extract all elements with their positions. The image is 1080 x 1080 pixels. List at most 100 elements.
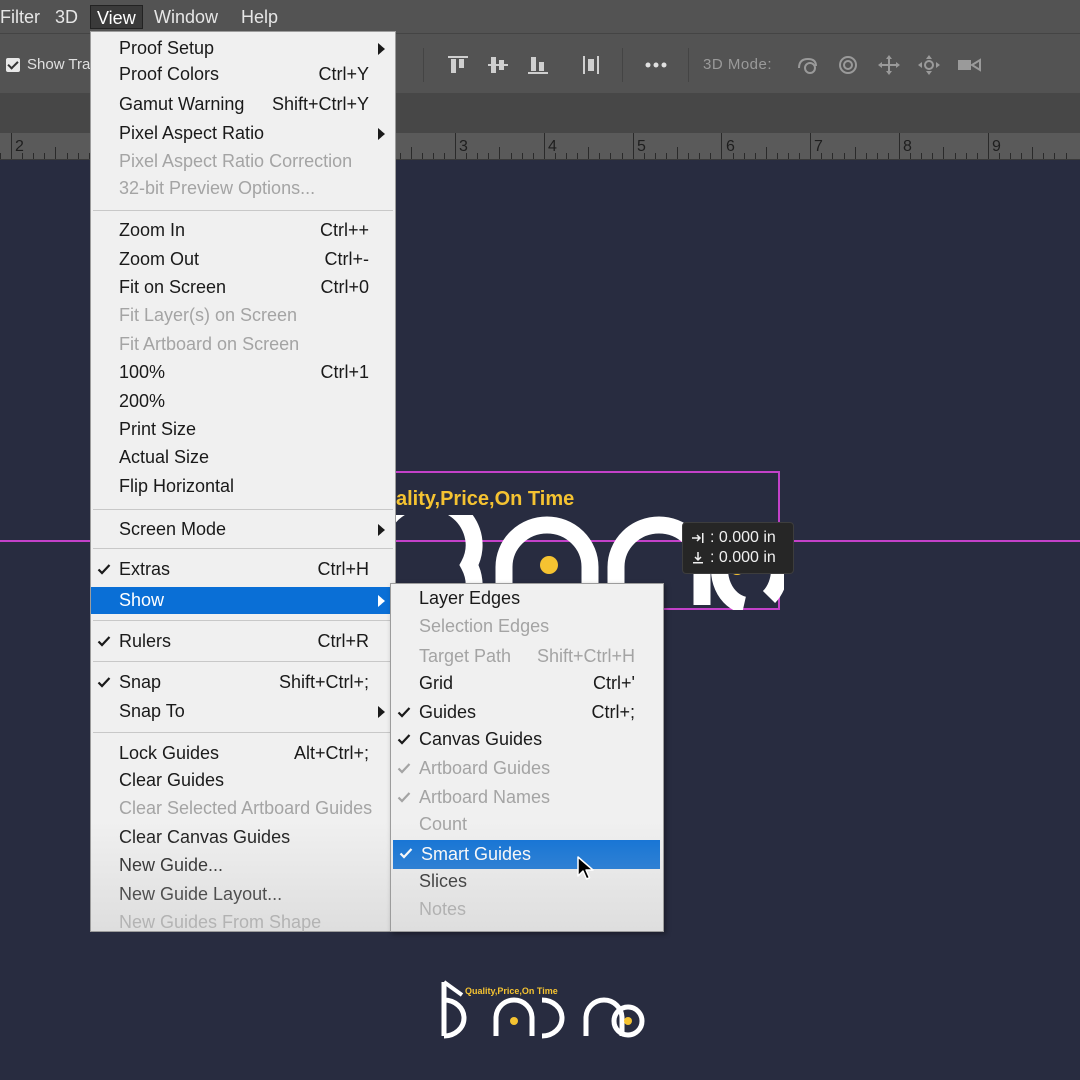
- menu-item-label: Actual Size: [119, 447, 210, 467]
- ruler-tick: [844, 153, 845, 159]
- ruler-tick: [577, 153, 578, 159]
- 3d-camera-icon[interactable]: [956, 54, 982, 76]
- view-menu-item-fit-on-screen[interactable]: Fit on Screen Ctrl+0: [91, 274, 395, 301]
- menu-item-label: Smart Guides: [421, 844, 532, 864]
- ruler-tick: [877, 153, 878, 159]
- ruler-tick: [888, 153, 889, 159]
- menu-item-label: Target Path: [419, 646, 512, 666]
- 3d-slide-icon[interactable]: [916, 54, 942, 76]
- align-top-icon[interactable]: [445, 54, 471, 76]
- view-menu-item-zoom-out[interactable]: Zoom Out Ctrl+-: [91, 246, 395, 273]
- ruler-tick: [766, 147, 767, 159]
- view-menu-item-200[interactable]: 200%: [91, 388, 395, 415]
- menu-3d[interactable]: 3D: [49, 5, 84, 29]
- submenu-arrow-icon: [378, 524, 385, 536]
- menu-item-label: Snap: [119, 672, 162, 692]
- show-transform-checkbox[interactable]: [6, 58, 20, 72]
- view-menu-item-zoom-in[interactable]: Zoom In Ctrl++: [91, 217, 395, 244]
- 3d-orbit-icon[interactable]: [795, 54, 821, 76]
- view-menu-item-print-size[interactable]: Print Size: [91, 416, 395, 443]
- view-menu-item-extras[interactable]: Extras Ctrl+H: [91, 556, 395, 583]
- show-menu-item-slices[interactable]: Slices: [391, 868, 663, 895]
- menu-view[interactable]: View: [90, 5, 143, 29]
- view-menu-item-clear-guides[interactable]: Clear Guides: [91, 767, 395, 794]
- menu-help[interactable]: Help: [235, 5, 284, 29]
- view-menu-item-actual-size[interactable]: Actual Size: [91, 444, 395, 471]
- toolbar-separator: [622, 48, 623, 82]
- ruler-tick: [499, 147, 500, 159]
- align-bottom-icon[interactable]: [525, 54, 551, 76]
- menu-item-label: Grid: [419, 673, 454, 693]
- ruler-tick: [433, 153, 434, 159]
- ruler-tick: [488, 153, 489, 159]
- ruler-tick: [899, 133, 900, 159]
- more-options-icon[interactable]: [643, 54, 669, 76]
- view-menu-item-proof-setup[interactable]: Proof Setup: [91, 35, 395, 62]
- menu-separator: [93, 620, 393, 621]
- menu-item-label: Count: [419, 814, 468, 834]
- ruler-tick: [1010, 153, 1011, 159]
- ruler-tick: [655, 153, 656, 159]
- view-menu-item-lock-guides[interactable]: Lock Guides Alt+Ctrl+;: [91, 740, 395, 767]
- menu-item-label: Pixel Aspect Ratio Correction: [119, 151, 353, 171]
- view-menu-item-gamut-warning[interactable]: Gamut Warning Shift+Ctrl+Y: [91, 91, 395, 118]
- view-menu-item-snap-to[interactable]: Snap To: [91, 698, 395, 725]
- ruler-tick: [921, 153, 922, 159]
- menu-item-label: Extras: [119, 559, 171, 579]
- menu-window[interactable]: Window: [148, 5, 224, 29]
- ruler-tick: [533, 153, 534, 159]
- ruler-tick: [932, 153, 933, 159]
- menu-filter[interactable]: Filter: [0, 5, 46, 29]
- show-menu-item-artboard-names: Artboard Names: [391, 784, 663, 811]
- view-menu-item-100[interactable]: 100% Ctrl+1: [91, 359, 395, 386]
- menu-item-label: Gamut Warning: [119, 94, 245, 114]
- menu-item-label: Fit Layer(s) on Screen: [119, 305, 298, 325]
- view-menu-item-new-guide-layout[interactable]: New Guide Layout...: [91, 881, 395, 908]
- view-menu-item-snap[interactable]: Snap Shift+Ctrl+;: [91, 669, 395, 696]
- menu-item-label: Notes: [419, 899, 467, 919]
- view-menu-item-proof-colors[interactable]: Proof Colors Ctrl+Y: [91, 61, 395, 88]
- menu-item-label: 100%: [119, 362, 166, 382]
- menu-item-shortcut: Alt+Ctrl+;: [293, 743, 369, 763]
- view-menu-item-pixel-aspect-ratio[interactable]: Pixel Aspect Ratio: [91, 120, 395, 147]
- ruler-tick: [777, 153, 778, 159]
- view-menu-item-flip-horizontal[interactable]: Flip Horizontal: [91, 473, 395, 500]
- view-menu-item-screen-mode[interactable]: Screen Mode: [91, 516, 395, 543]
- menu-item-label: Clear Guides: [119, 770, 225, 790]
- view-menu-item-show[interactable]: Show: [91, 587, 395, 614]
- menu-item-label: New Guide...: [119, 855, 224, 875]
- ruler-tick: [55, 147, 56, 159]
- menu-item-label: Selection Edges: [419, 616, 550, 636]
- menu-item-label: 32-bit Preview Options...: [119, 178, 316, 198]
- view-menu: Proof Setup Proof Colors Ctrl+Y Gamut Warni…: [90, 31, 396, 932]
- view-menu-item-new-guide[interactable]: New Guide...: [91, 852, 395, 879]
- ruler-tick: [788, 153, 789, 159]
- show-menu-item-layer-edges[interactable]: Layer Edges: [391, 585, 663, 612]
- 3d-pan-icon[interactable]: [876, 54, 902, 76]
- ruler-tick: [977, 153, 978, 159]
- menu-item-label: Layer Edges: [419, 588, 521, 608]
- distribute-icon[interactable]: [578, 54, 604, 76]
- checkmark-icon: [397, 792, 411, 803]
- menu-item-label: Print Size: [119, 419, 197, 439]
- checkmark-icon: [397, 734, 411, 745]
- view-menu-item-rulers[interactable]: Rulers Ctrl+R: [91, 628, 395, 655]
- view-menu-item-32-bit-preview-options: 32-bit Preview Options...: [91, 175, 395, 202]
- align-vertical-center-icon[interactable]: [485, 54, 511, 76]
- ruler-tick: [810, 133, 811, 159]
- ruler-number: 2: [15, 138, 24, 155]
- ruler-tick: [799, 153, 800, 159]
- smart-guide-tooltip: : 0.000 in : 0.000 in: [682, 522, 794, 574]
- show-menu-item-canvas-guides[interactable]: Canvas Guides: [391, 726, 663, 753]
- 3d-roll-icon[interactable]: [835, 54, 861, 76]
- menu-item-label: 200%: [119, 391, 166, 411]
- show-menu-item-smart-guides[interactable]: Smart Guides: [393, 840, 660, 869]
- ruler-tick: [710, 153, 711, 159]
- menu-separator: [93, 661, 393, 662]
- menu-item-label: Fit Artboard on Screen: [119, 334, 300, 354]
- view-menu-item-clear-canvas-guides[interactable]: Clear Canvas Guides: [91, 824, 395, 851]
- show-menu-item-grid[interactable]: Grid Ctrl+': [391, 670, 663, 697]
- show-menu-item-guides[interactable]: Guides Ctrl+;: [391, 699, 663, 726]
- menu-item-shortcut: Shift+Ctrl+Y: [271, 94, 369, 114]
- menu-item-shortcut: Ctrl+Y: [318, 64, 369, 84]
